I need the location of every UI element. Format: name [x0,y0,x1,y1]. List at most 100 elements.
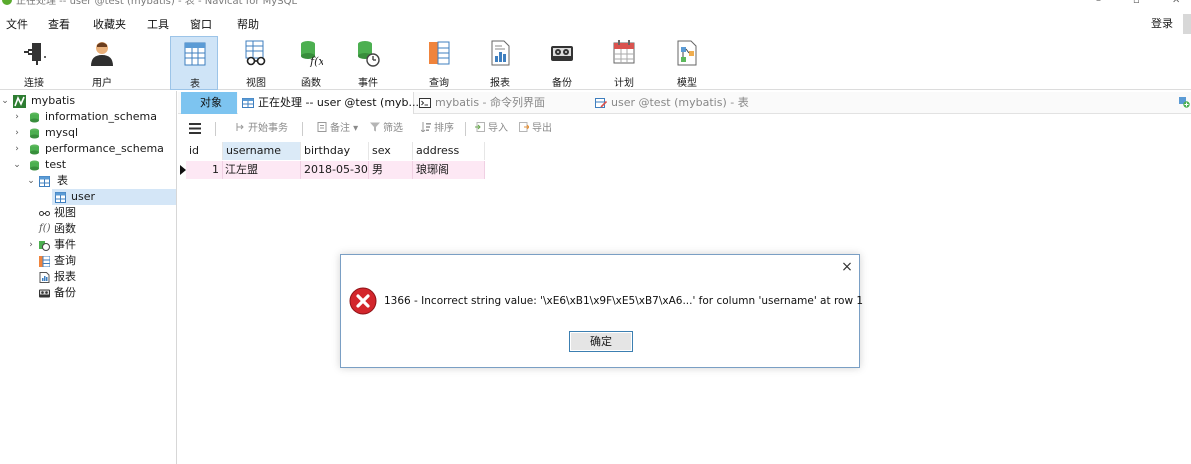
chevron-right-icon[interactable]: › [12,125,22,141]
database-icon [30,160,39,171]
toolbar-schedule-button[interactable]: 计划 [600,36,648,90]
note-button[interactable]: 备注 ▾ [317,122,358,136]
tree-folder-tables[interactable]: ⌄ 表 [0,173,176,189]
query-icon [429,41,450,65]
backup-icon [551,46,573,61]
toolbar-event-button[interactable]: 事件 [344,36,392,90]
tree-folder-views[interactable]: 视图 [0,205,176,221]
begin-transaction-button[interactable]: 开始事务 [235,122,288,136]
chevron-right-icon[interactable]: › [26,237,36,253]
chevron-down-icon[interactable]: ⌄ [12,157,22,173]
close-window-button[interactable]: ✕ [1172,0,1180,6]
sort-label: 排序 [434,123,454,134]
tree-table-user[interactable]: user [52,189,176,205]
import-button[interactable]: 导入 [475,122,508,136]
toolbar-view-button[interactable]: 视图 [232,36,280,90]
toolbar-schedule-label: 计划 [614,78,634,89]
chevron-down-icon[interactable]: ⌄ [0,93,10,109]
toolbar-model-button[interactable]: 模型 [663,36,711,90]
toolbar-query-label: 查询 [429,78,449,89]
toolbar-backup-button[interactable]: 备份 [538,36,586,90]
tab-label: mybatis - 命令列界面 [435,96,546,109]
tree-db-performance-schema[interactable]: › performance_schema [0,141,176,157]
table-icon [55,192,66,203]
column-header-username[interactable]: username [223,142,301,160]
tree-label: 视图 [54,206,76,219]
ok-button[interactable]: 确定 [569,331,633,352]
tree-label: user [71,190,95,203]
toolbar-connect-button[interactable]: 连接 [10,36,58,90]
tree-label: 事件 [54,238,76,251]
cell-id[interactable]: 1 [186,161,223,179]
cell-address[interactable]: 琅琊阁 [413,161,485,179]
event-icon [358,41,380,67]
menu-favorites[interactable]: 收藏夹 [93,16,126,32]
export-icon [519,122,529,132]
function-icon: f(x) [301,41,323,67]
chevron-right-icon[interactable]: › [12,109,22,125]
tab-editing-user[interactable]: 正在处理 -- user @test (myb... [238,92,419,114]
import-icon [475,122,485,132]
cell-sex[interactable]: 男 [369,161,413,179]
chevron-right-icon[interactable]: › [12,141,22,157]
navicat-window: 正在处理 -- user @test (mybatis) - 表 - Navic… [0,0,1191,464]
export-button[interactable]: 导出 [519,122,552,136]
tree-label: mysql [45,126,78,139]
note-icon [317,122,327,132]
toolbar-query-button[interactable]: 查询 [415,36,463,90]
column-header-id[interactable]: id [186,142,223,160]
tab-user-table-design[interactable]: user @test (mybatis) - 表 [591,92,781,114]
filter-button[interactable]: 筛选 [370,122,403,136]
menu-icon[interactable] [189,123,201,134]
svg-text:f(x): f(x) [309,55,323,67]
user-icon [91,42,113,66]
plug-icon [24,43,46,65]
toolbar-user-button[interactable]: 用户 [78,36,126,90]
menu-file[interactable]: 文件 [6,16,28,32]
new-tab-icon[interactable] [1178,96,1190,108]
tree-folder-reports[interactable]: 报表 [0,269,176,285]
tree-folder-functions[interactable]: f() 函数 [0,221,176,237]
tree-label: test [45,158,67,171]
column-header-birthday[interactable]: birthday [301,142,369,160]
mysql-connection-icon [13,95,26,108]
tree-folder-backups[interactable]: 备份 [0,285,176,301]
window-title: 正在处理 -- user @test (mybatis) - 表 - Navic… [16,0,298,7]
chevron-down-icon[interactable]: ⌄ [26,173,36,189]
toolbar-table-button[interactable]: 表 [170,36,218,90]
column-header-sex[interactable]: sex [369,142,413,160]
maximize-button[interactable]: ▫ [1133,0,1140,6]
tab-label: 对象 [200,96,222,109]
menu-window[interactable]: 窗口 [190,16,212,32]
note-label: 备注 [330,123,350,134]
tab-command-line[interactable]: mybatis - 命令列界面 [415,92,590,114]
database-icon [30,112,39,123]
schedule-icon [613,40,635,64]
tree-label: mybatis [31,94,76,107]
tree-db-mysql[interactable]: › mysql [0,125,176,141]
minimize-button[interactable]: – [1096,0,1101,6]
tree-db-test[interactable]: ⌄ test [0,157,176,173]
error-icon [349,287,377,315]
backup-icon [39,289,50,298]
tree-folder-events[interactable]: › 事件 [0,237,176,253]
toolbar-function-button[interactable]: f(x) 函数 [287,36,335,90]
filter-icon [370,122,380,132]
menu-tools[interactable]: 工具 [147,16,169,32]
tree-db-information-schema[interactable]: › information_schema [0,109,176,125]
cell-birthday[interactable]: 2018-05-30 [301,161,369,179]
error-message: 1366 - Incorrect string value: '\xE6\xB1… [384,295,864,307]
menu-help[interactable]: 帮助 [237,16,259,32]
column-header-address[interactable]: address [413,142,485,160]
menu-view[interactable]: 查看 [48,16,70,32]
cell-username[interactable]: 江左盟 [223,161,301,179]
toolbar-report-button[interactable]: 报表 [476,36,524,90]
dialog-close-button[interactable]: × [838,258,856,276]
main-toolbar: 连接 用户 表 视图 f(x) 函数 [0,36,1191,90]
sort-button[interactable]: 排序 [421,122,454,136]
login-link[interactable]: 登录 [1151,15,1173,31]
tree-folder-queries[interactable]: 查询 [0,253,176,269]
tree-label: 查询 [54,254,76,267]
tree-connection-mybatis[interactable]: ⌄ mybatis [0,93,176,109]
tab-objects[interactable]: 对象 [181,92,237,114]
